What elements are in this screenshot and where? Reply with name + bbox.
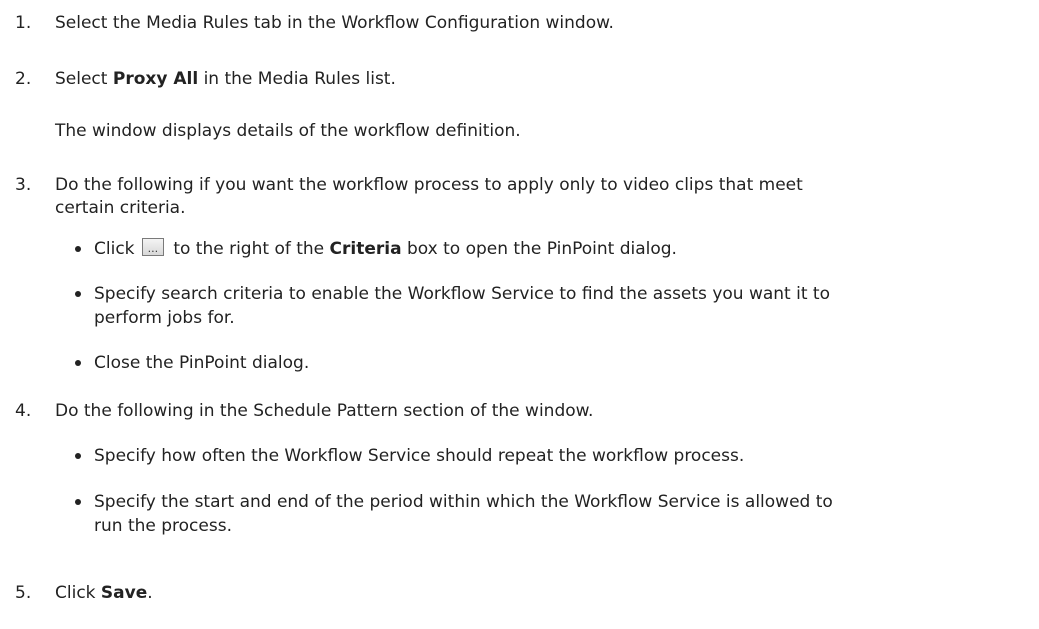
step-4-bullet-2-line-2: run the process. [94,516,232,536]
step-5: 5. Click Save. [15,582,1015,606]
step-3-text-line-1: Do the following if you want the workflo… [55,175,803,195]
step-4-bullet-2-line-1: Specify the start and end of the period … [94,492,833,512]
step-3: 3. Do the following if you want the work… [15,174,1015,224]
step-1-text: Select the Media Rules tab in the Workfl… [55,13,614,33]
step-1-number: 1. [15,13,32,33]
step-3-bullet-2: Specify search criteria to enable the Wo… [75,283,1015,333]
step-4-bullet-1-text: Specify how often the Workflow Service s… [94,446,745,466]
bullet-dot [75,499,81,505]
proxy-all-label: Proxy All [112,69,199,89]
step-5-number: 5. [15,583,32,603]
bullet-dot [75,453,81,459]
step-2-result-paragraph: The window displays details of the workf… [55,121,521,141]
step-2-text: Select Proxy All in the Media Rules list… [55,69,396,89]
step-3-bullet-3: Close the PinPoint dialog. [75,352,1015,376]
step-4: 4. Do the following in the Schedule Patt… [15,400,1015,424]
step-4-bullet-2: Specify the start and end of the period … [75,491,1015,541]
step-1: 1. Select the Media Rules tab in the Wor… [15,12,1015,36]
save-label: Save [100,583,148,603]
ellipsis-button-icon: ... [141,238,164,256]
step-2: 2. Select Proxy All in the Media Rules l… [15,68,1015,92]
bullet-dot [75,291,81,297]
bullet-dot [75,360,81,366]
step-3-text-line-2: certain criteria. [55,198,186,218]
step-3-number: 3. [15,175,32,195]
step-4-text: Do the following in the Schedule Pattern… [55,401,594,421]
bullet-dot [75,246,81,252]
step-2-number: 2. [15,69,32,89]
step-4-bullet-1: Specify how often the Workflow Service s… [75,445,1015,469]
step-3-bullet-1: Click ... to the right of the Criteria b… [75,238,1015,264]
step-4-number: 4. [15,401,32,421]
criteria-label: Criteria [329,239,402,259]
step-3-bullet-2-line-2: perform jobs for. [94,308,235,328]
step-5-text: Click Save. [55,583,153,603]
step-3-bullet-3-text: Close the PinPoint dialog. [94,353,310,373]
step-3-bullet-2-line-1: Specify search criteria to enable the Wo… [94,284,830,304]
